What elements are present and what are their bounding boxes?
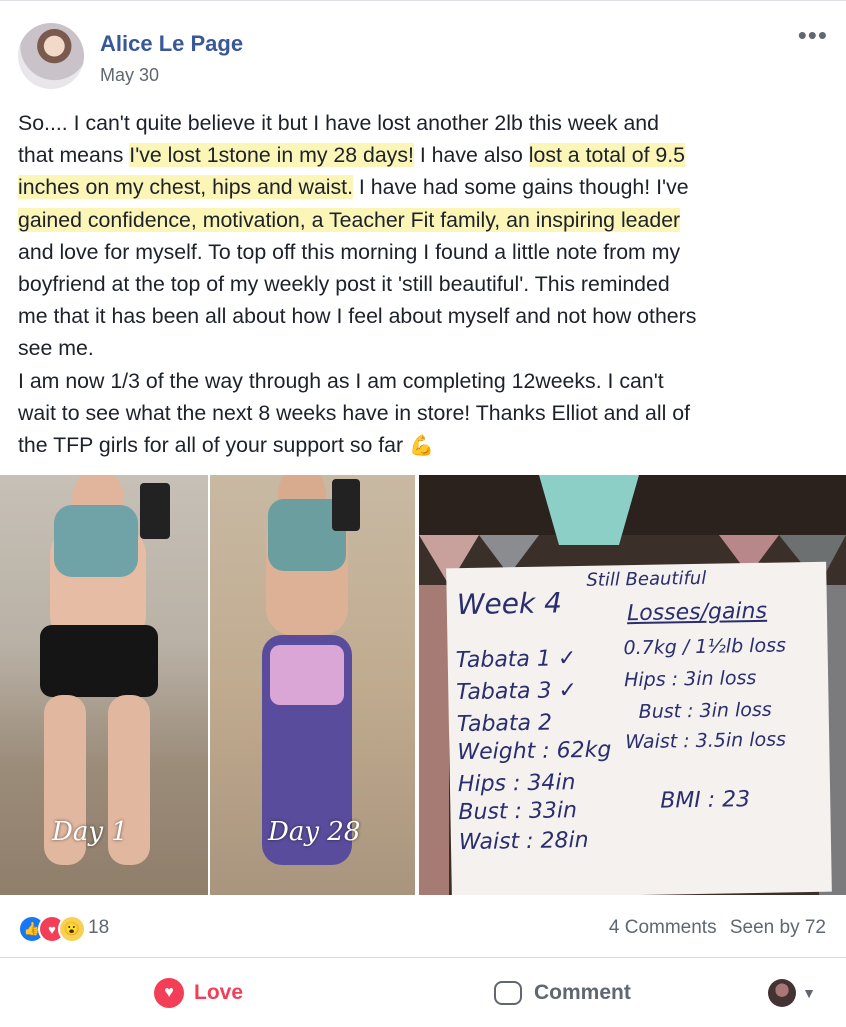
highlight: inches on my chest, hips and waist. <box>18 175 353 200</box>
text-line: and love for myself. To top off this mor… <box>18 239 681 264</box>
action-bar: ♥ Love Comment ▼ <box>0 961 846 1027</box>
photo-note[interactable]: Week 4 Still Beautiful Losses/gains Taba… <box>419 475 846 895</box>
highlight: lost a total of 9.5 <box>528 143 686 168</box>
note-right-line: Hips : 3in loss <box>623 666 757 692</box>
highlight: gained confidence, motivation, a Teacher… <box>18 207 681 232</box>
text-line: the TFP girls for all of your support so… <box>18 433 434 458</box>
comment-button[interactable]: Comment <box>494 973 631 1013</box>
text-line: that means I've lost 1stone in my 28 day… <box>18 143 686 168</box>
sticky-note: Week 4 Still Beautiful Losses/gains Taba… <box>446 561 832 895</box>
note-right-line: Bust : 3in loss <box>638 698 772 724</box>
comment-bubble-icon <box>494 981 522 1005</box>
text-line: I am now 1/3 of the way through as I am … <box>18 368 664 393</box>
note-right-line: 0.7kg / 1½lb loss <box>623 634 787 660</box>
note-right-line: BMI : 23 <box>660 787 751 814</box>
reactions-bar: 👍 ♥ 😮 18 4 Comments Seen by 72 <box>0 901 846 958</box>
post-date[interactable]: May 30 <box>100 65 159 86</box>
photo-day-28[interactable]: Day 28 <box>210 475 415 895</box>
note-left-line: Tabata 2 <box>456 710 553 738</box>
heart-icon: ♥ <box>154 978 184 1008</box>
love-label: Love <box>194 981 244 1004</box>
post-stats: 4 Comments Seen by 72 <box>609 917 826 939</box>
text-line: me that it has been all about how I feel… <box>18 304 697 329</box>
day-1-label: Day 1 <box>52 817 128 847</box>
text-line: inches on my chest, hips and waist. I ha… <box>18 175 689 200</box>
note-heading: Losses/gains <box>626 598 768 627</box>
comments-count[interactable]: 4 Comments <box>609 917 717 938</box>
profile-selector[interactable]: ▼ <box>768 979 816 1007</box>
chevron-down-icon: ▼ <box>802 985 816 1001</box>
highlight: I've lost 1stone in my 28 days! <box>129 143 414 168</box>
text-line: So.... I can't quite believe it but I ha… <box>18 111 659 135</box>
note-subtitle: Still Beautiful <box>586 567 707 591</box>
photo-day-1[interactable]: Day 1 <box>0 475 208 895</box>
day-28-label: Day 28 <box>268 817 361 847</box>
note-left-line: Hips : 34in <box>457 770 576 798</box>
note-right-line: Waist : 3.5in loss <box>625 728 787 754</box>
text-line: wait to see what the next 8 weeks have i… <box>18 400 691 425</box>
note-title: Week 4 <box>456 586 563 622</box>
text-line: see me. <box>18 336 94 361</box>
author-name[interactable]: Alice Le Page <box>100 31 243 57</box>
note-left-line: Weight : 62kg <box>457 737 612 766</box>
user-avatar <box>768 979 797 1007</box>
post-card: Alice Le Page May 30 ••• So.... I can't … <box>0 0 846 1026</box>
photo-grid: Day 1 Day 28 Week 4 Still Beautiful Loss… <box>0 475 846 895</box>
post-text: So.... I can't quite believe it but I ha… <box>18 107 830 462</box>
wow-icon: 😮 <box>58 915 86 943</box>
reaction-count[interactable]: 18 <box>88 917 109 939</box>
text-line: boyfriend at the top of my weekly post i… <box>18 272 670 297</box>
seen-by[interactable]: Seen by 72 <box>730 917 826 938</box>
text-line: gained confidence, motivation, a Teacher… <box>18 204 830 236</box>
note-left-line: Waist : 28in <box>458 827 589 856</box>
note-left-line: Tabata 3 ✓ <box>456 678 578 706</box>
author-avatar[interactable] <box>18 23 84 89</box>
note-left-line: Bust : 33in <box>458 798 578 826</box>
post-header: Alice Le Page May 30 ••• <box>18 22 828 93</box>
comment-label: Comment <box>534 981 631 1004</box>
note-left-line: Tabata 1 ✓ <box>455 646 577 674</box>
love-button[interactable]: ♥ Love <box>154 973 243 1013</box>
flexed-biceps-emoji: 💪 <box>409 435 434 458</box>
more-options-icon[interactable]: ••• <box>798 22 828 48</box>
